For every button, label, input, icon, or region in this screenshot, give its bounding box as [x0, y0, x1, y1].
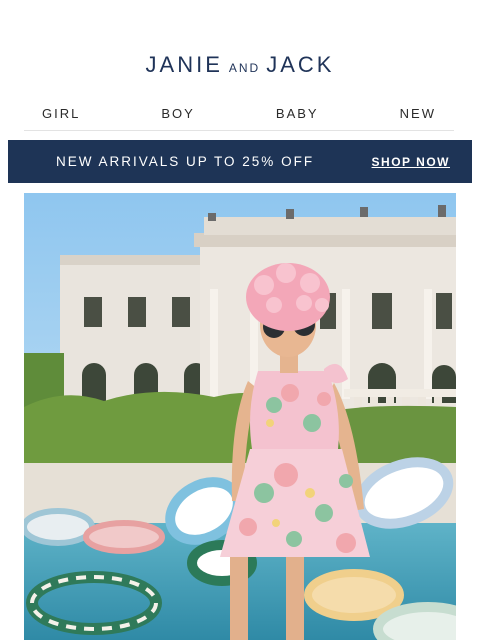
brand-logo[interactable]: JANIE AND JACK	[0, 52, 480, 78]
hero-illustration	[24, 193, 456, 640]
nav-item-baby[interactable]: BABY	[258, 106, 337, 121]
shop-now-link[interactable]: SHOP NOW	[372, 155, 450, 169]
brand-name-janie: JANIE	[145, 52, 223, 77]
promo-banner[interactable]: NEW ARRIVALS UP TO 25% OFF SHOP NOW	[8, 140, 472, 183]
nav-item-girl[interactable]: GIRL	[24, 106, 98, 121]
nav-item-boy[interactable]: BOY	[143, 106, 212, 121]
brand-name-jack: JACK	[266, 52, 335, 77]
promo-message: NEW ARRIVALS UP TO 25% OFF	[56, 154, 315, 169]
category-nav: GIRL BOY BABY NEW	[24, 96, 454, 131]
nav-item-new[interactable]: NEW	[382, 106, 454, 121]
hero-image[interactable]	[24, 193, 456, 640]
brand-name-and: AND	[228, 61, 261, 75]
